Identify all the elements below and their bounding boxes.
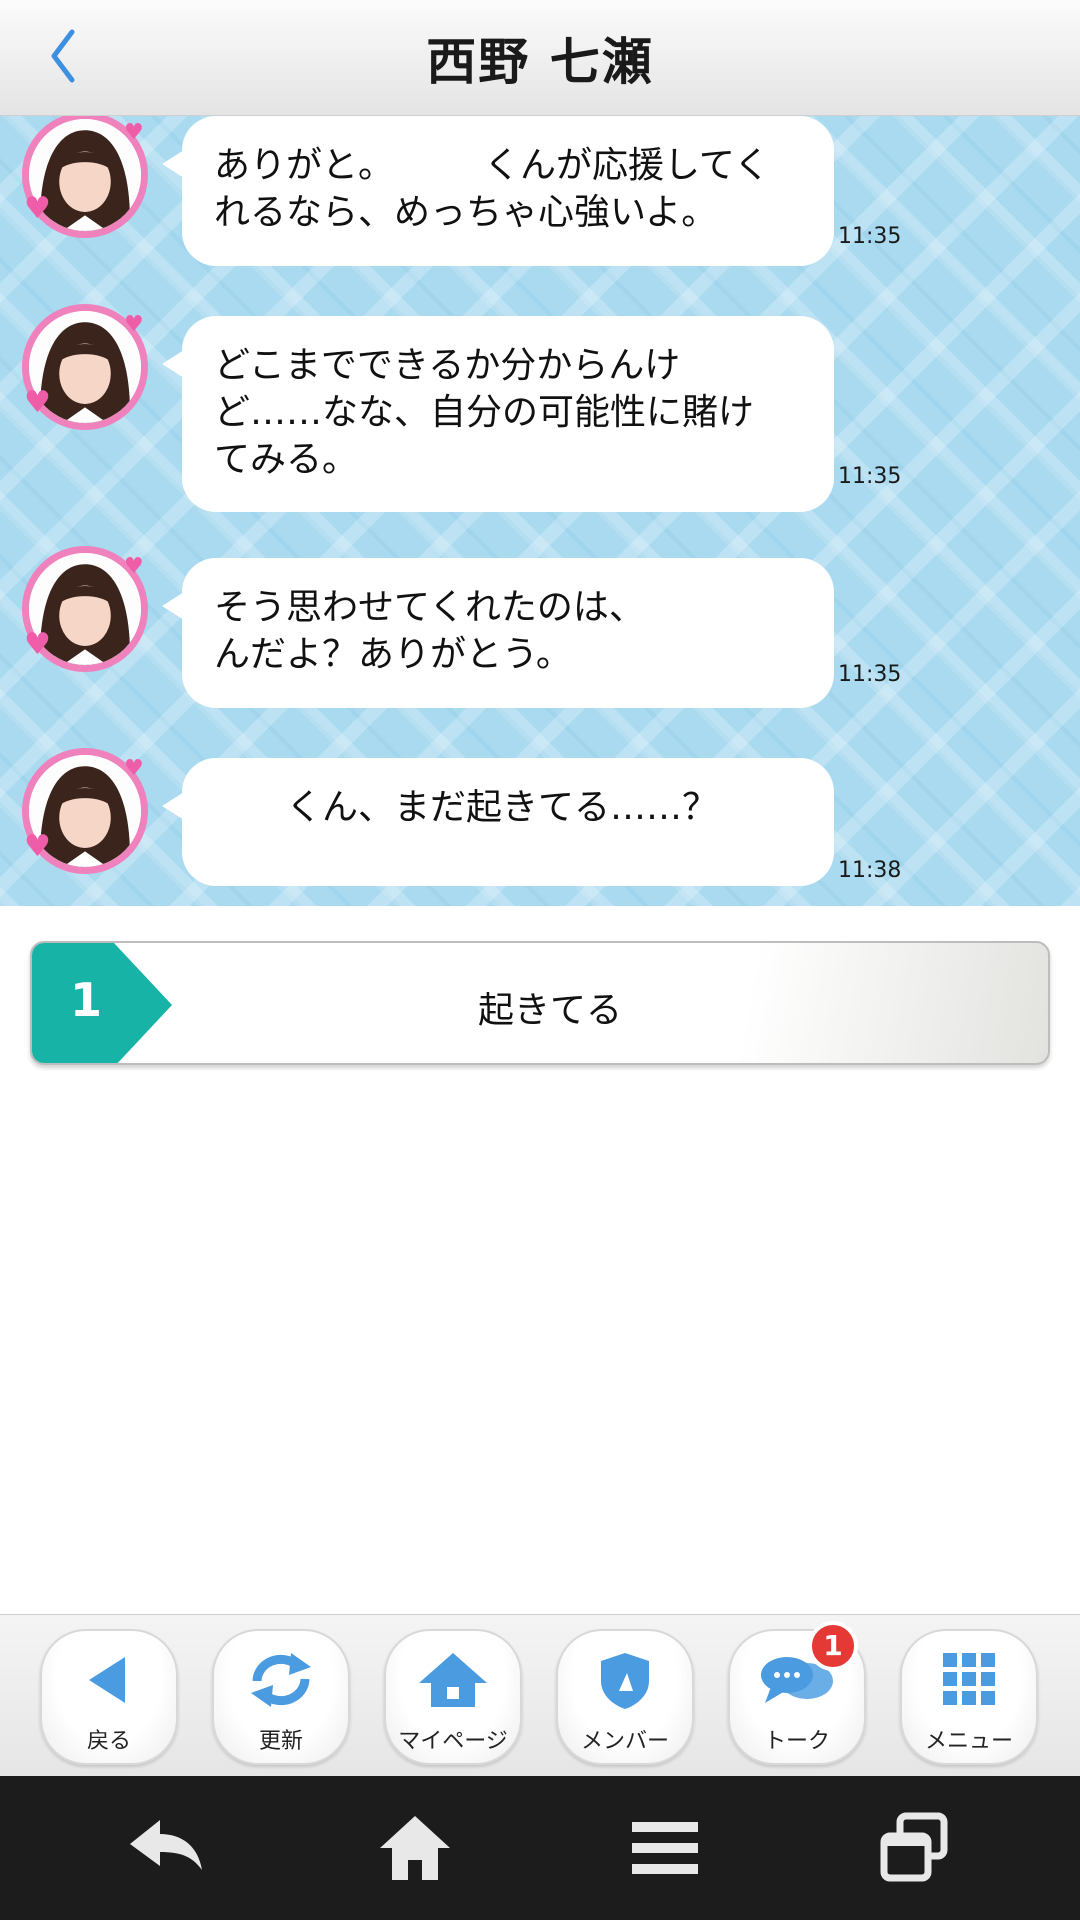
message-text: れるなら、めっちゃ心強いよ。 [214,192,718,233]
heart-icon: ♥ [124,312,144,337]
message-bubble: ありがと。 くんが応援してく れるなら、めっちゃ心強いよ。 [162,116,834,266]
system-navigation-bar [0,1776,1080,1920]
message-text: ありがと。 くんが応援してく [214,145,770,186]
notification-badge: 1 [808,1621,858,1671]
message-bubble: どこまでできるか分からんけ ど……なな、自分の可能性に賭け てみる。 [162,316,834,512]
message-text: ど……なな、自分の可能性に賭け [214,392,755,433]
message-time: 11:35 [838,662,902,687]
back-arrow-icon [42,1651,176,1713]
talk-label: トーク [763,1729,830,1754]
menu-label: メニュー [924,1729,1013,1754]
message-text: そう思わせてくれたのは、 [214,587,645,628]
message-bubble: くん、まだ起きてる……？ [162,758,834,886]
page-title: 西野 七瀬 [426,33,654,91]
home-icon [386,1651,520,1713]
menu-button[interactable]: メニュー [900,1629,1038,1765]
talk-button[interactable]: トーク 1 [728,1621,866,1765]
bottom-toolbar: 戻る 更新 マイページ メンバー トーク 1 メニュー [0,1614,1080,1776]
system-home-icon[interactable] [370,1812,460,1884]
heart-icon: ♥ [24,627,51,662]
heart-icon: ♥ [124,120,144,145]
message-text: んだよ？ありがとう。 [214,634,572,675]
heart-icon: ♥ [124,756,144,781]
back-label: 戻る [86,1729,131,1754]
message-text: くん、まだ起きてる……？ [214,787,719,828]
members-label: メンバー [580,1729,669,1754]
system-recent-apps-icon[interactable] [870,1812,960,1884]
system-back-icon[interactable] [120,1812,210,1884]
message-text: どこまでできるか分からんけ [214,345,681,386]
refresh-label: 更新 [258,1729,303,1754]
heart-icon: ♥ [24,829,51,864]
message-text: てみる。 [214,439,359,480]
back-button[interactable]: 戻る [40,1629,178,1765]
message-time: 11:38 [838,858,902,883]
heart-icon: ♥ [24,385,51,420]
heart-icon: ♥ [24,191,51,226]
choice-option-button[interactable]: 1 起きてる [30,941,1050,1065]
members-button[interactable]: メンバー [556,1629,694,1765]
message-time: 11:35 [838,224,902,249]
header-bar: 西野 七瀬 [0,0,1080,116]
heart-icon: ♥ [124,554,144,579]
message-time: 11:35 [838,464,902,489]
chat-area[interactable]: ♥ ♥ ありがと。 くんが応援してく れるなら、めっちゃ心強いよ。 11:35 … [0,116,1080,906]
refresh-button[interactable]: 更新 [212,1629,350,1765]
message-bubble: そう思わせてくれたのは、 んだよ？ありがとう。 [162,558,834,708]
mypage-button[interactable]: マイページ [384,1629,522,1765]
system-menu-icon[interactable] [620,1812,710,1884]
grid-icon [902,1651,1036,1713]
choice-label: 起きてる [477,990,622,1031]
mypage-label: マイページ [398,1729,508,1754]
shield-icon [558,1651,692,1713]
refresh-icon [214,1651,348,1713]
